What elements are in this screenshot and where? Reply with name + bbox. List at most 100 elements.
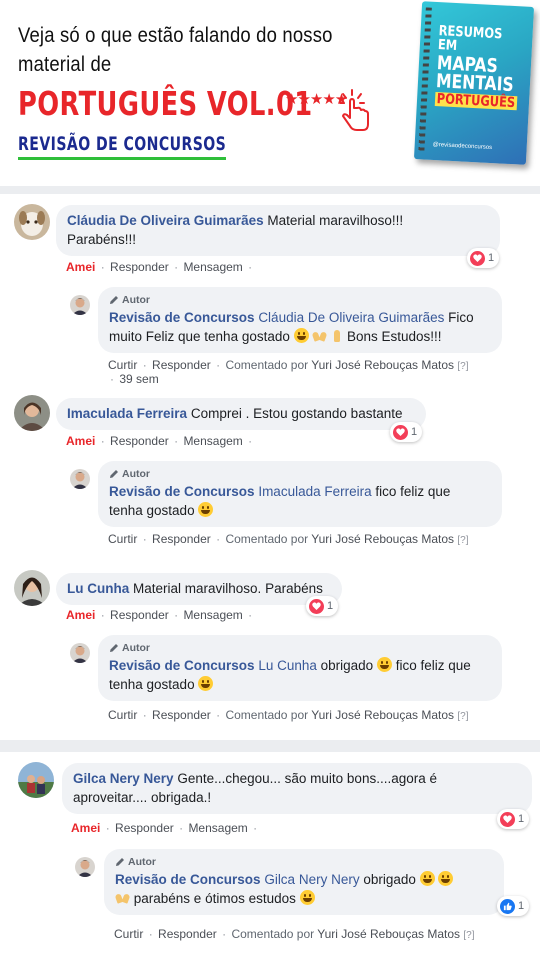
avatar[interactable] [75, 857, 95, 877]
avatar[interactable] [14, 395, 50, 431]
reply-bubble: Autor Revisão de Concursos Gilca Nery Ne… [104, 849, 504, 915]
reply-text: fico feliz que [395, 658, 471, 673]
reply-text: fico feliz que [375, 484, 451, 499]
mention[interactable]: Lu Cunha [258, 658, 317, 673]
pencil-icon [110, 470, 118, 478]
reply-bubble: Autor Revisão de Concursos Cláudia De Ol… [98, 287, 502, 353]
comment-bubble: Cláudia De Oliveira Guimarães Material m… [56, 205, 500, 256]
moderator-link[interactable]: Yuri José Rebouças Matos [317, 927, 460, 941]
smile-emoji-icon [198, 676, 214, 691]
reply-link[interactable]: Responder [158, 927, 217, 941]
avatar[interactable] [70, 469, 90, 489]
avatar[interactable] [18, 762, 54, 798]
like-link[interactable]: Curtir [108, 708, 137, 722]
help-link[interactable]: [?] [463, 930, 474, 941]
mention[interactable]: Gilca Nery Nery [264, 872, 359, 887]
commenter-name[interactable]: Gilca Nery Nery [73, 771, 174, 786]
moderator-link[interactable]: Yuri José Rebouças Matos [311, 358, 454, 372]
amei-link[interactable]: Amei [66, 260, 95, 274]
amei-link[interactable]: Amei [66, 608, 95, 622]
reply-text: tenha gostado [109, 503, 195, 518]
commented-by: Comentado por [231, 927, 315, 941]
amei-link[interactable]: Amei [71, 821, 100, 835]
smile-emoji-icon [299, 890, 315, 905]
help-link[interactable]: [?] [457, 711, 468, 722]
pray-emoji-icon [331, 329, 343, 343]
avatar[interactable] [70, 643, 90, 663]
reply-actions: Curtir · Responder · Comentado por Yuri … [108, 532, 469, 546]
reply-link[interactable]: Responder [152, 708, 211, 722]
comment-text: Material maravilhoso. Parabéns [133, 581, 323, 596]
reaction-badge[interactable]: 1 [390, 422, 423, 442]
reaction-count: 1 [488, 252, 495, 264]
reply-text: parabéns e ótimos estudos [133, 891, 296, 906]
page-name[interactable]: Revisão de Concursos [109, 310, 255, 325]
reaction-count: 1 [518, 900, 525, 912]
comment-text: aproveitar.... obrigada.! [73, 790, 212, 805]
author-badge: Autor [109, 293, 491, 307]
reply-link[interactable]: Responder [110, 260, 169, 274]
comment-actions: Amei · Responder · Mensagem · [66, 260, 253, 274]
love-icon [393, 424, 408, 440]
avatar[interactable] [14, 570, 50, 606]
mention[interactable]: Cláudia De Oliveira Guimarães [258, 310, 444, 325]
smile-emoji-icon [198, 502, 214, 517]
header-underline [18, 157, 226, 160]
message-link[interactable]: Mensagem [183, 608, 242, 622]
reply-link[interactable]: Responder [152, 532, 211, 546]
commenter-name[interactable]: Cláudia De Oliveira Guimarães [67, 213, 264, 228]
reply-bubble: Autor Revisão de Concursos Imaculada Fer… [98, 461, 502, 527]
amei-link[interactable]: Amei [66, 434, 95, 448]
message-link[interactable]: Mensagem [183, 260, 242, 274]
reply-link[interactable]: Responder [110, 434, 169, 448]
page-name[interactable]: Revisão de Concursos [109, 484, 255, 499]
message-link[interactable]: Mensagem [188, 821, 247, 835]
comment-text: Parabéns!!! [67, 232, 137, 247]
like-link[interactable]: Curtir [114, 927, 143, 941]
reply-text: Fico [448, 310, 474, 325]
reply-link[interactable]: Responder [110, 608, 169, 622]
avatar[interactable] [70, 295, 90, 315]
pointing-hand-icon [339, 89, 369, 131]
reply-link[interactable]: Responder [115, 821, 174, 835]
moderator-link[interactable]: Yuri José Rebouças Matos [311, 708, 454, 722]
like-link[interactable]: Curtir [108, 358, 137, 372]
comment-actions: Amei · Responder · Mensagem · [71, 821, 258, 835]
page-name[interactable]: Revisão de Concursos [115, 872, 261, 887]
reaction-count: 1 [327, 600, 334, 612]
love-icon [309, 598, 324, 614]
smile-emoji-icon [438, 871, 454, 886]
page-name[interactable]: Revisão de Concursos [109, 658, 255, 673]
comment-text: Comprei . Estou gostando bastante [190, 406, 403, 421]
commenter-name[interactable]: Lu Cunha [67, 581, 129, 596]
timestamp[interactable]: 39 sem [119, 372, 158, 386]
reply-link[interactable]: Responder [152, 358, 211, 372]
reaction-count: 1 [411, 426, 418, 438]
reaction-badge[interactable]: 1 [497, 809, 530, 829]
smile-emoji-icon [293, 328, 309, 343]
reaction-badge[interactable]: 1 [306, 596, 339, 616]
like-link[interactable]: Curtir [108, 532, 137, 546]
commenter-name[interactable]: Imaculada Ferreira [67, 406, 187, 421]
raised-hands-emoji-icon [115, 892, 130, 904]
header-subtitle: REVISÃO DE CONCURSOS [18, 133, 227, 155]
moderator-link[interactable]: Yuri José Rebouças Matos [311, 532, 454, 546]
like-icon [500, 898, 515, 914]
smile-emoji-icon [419, 871, 435, 886]
reaction-badge[interactable]: 1 [497, 896, 530, 916]
reaction-badge[interactable]: 1 [467, 248, 500, 268]
comment-bubble: Lu Cunha Material maravilhoso. Parabéns [56, 573, 342, 605]
mention[interactable]: Imaculada Ferreira [258, 484, 371, 499]
reply-text: obrigado [320, 658, 374, 673]
message-link[interactable]: Mensagem [183, 434, 242, 448]
promo-header: Veja só o que estão falando do nosso mat… [0, 0, 540, 190]
reply-time: · 39 sem [110, 372, 159, 386]
comment-actions: Amei · Responder · Mensagem · [66, 434, 253, 448]
book-cover-image: RESUMOS EM MAPAS MENTAIS PORTUGUÊS @revi… [413, 1, 535, 165]
avatar[interactable] [14, 204, 50, 240]
help-link[interactable]: [?] [457, 361, 468, 372]
commented-by: Comentado por [225, 358, 309, 372]
reply-bubble: Autor Revisão de Concursos Lu Cunha obri… [98, 635, 502, 701]
book-title-5: PORTUGUÊS [434, 91, 518, 112]
help-link[interactable]: [?] [457, 535, 468, 546]
